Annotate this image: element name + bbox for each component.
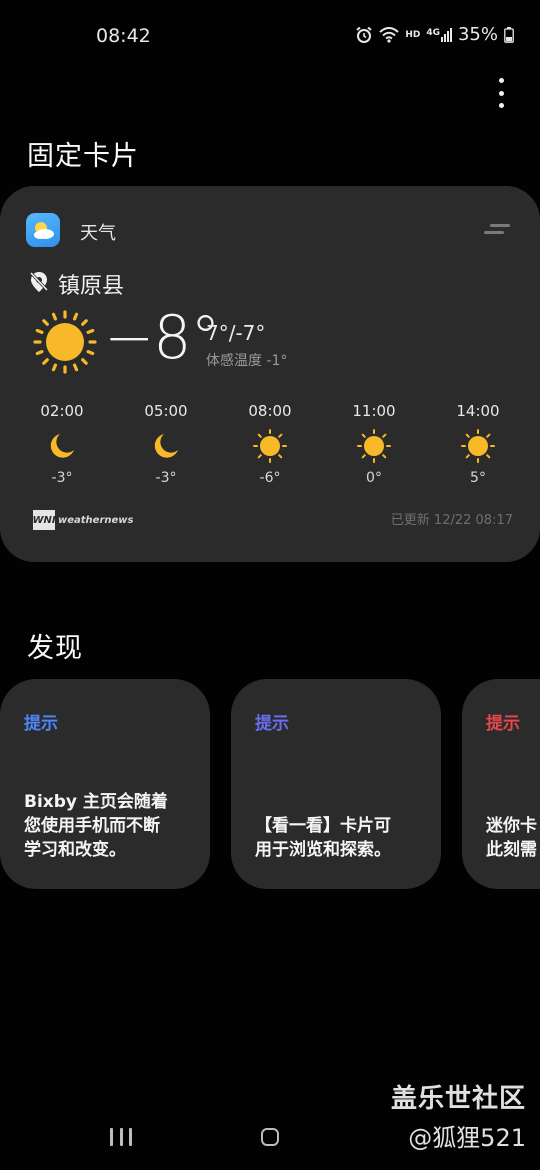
hourly-item: 14:00 5° bbox=[428, 402, 528, 486]
tip-card[interactable]: 提示 【看一看】卡片可 用于浏览和探索。 bbox=[231, 679, 441, 889]
battery-icon bbox=[504, 26, 514, 43]
hourly-time: 05:00 bbox=[144, 402, 188, 420]
signal-icon: 4G bbox=[426, 27, 452, 42]
battery-percent: 35% bbox=[457, 24, 498, 45]
hourly-temperature: 0° bbox=[366, 470, 382, 486]
location-name: 镇原县 bbox=[58, 274, 125, 299]
sun-icon bbox=[253, 422, 287, 470]
hourly-item: 05:00 -3° bbox=[116, 402, 216, 486]
hourly-item: 02:00 -3° bbox=[12, 402, 112, 486]
watermark-user: @狐狸521 bbox=[408, 1124, 526, 1152]
more-options-button[interactable] bbox=[492, 78, 510, 108]
sun-icon bbox=[357, 422, 391, 470]
tip-card[interactable]: 提示 Bixby 主页会随着 您使用手机而不断 学习和改变。 bbox=[0, 679, 210, 889]
weather-card[interactable]: 天气 镇原县 −8° 7°/-7° 体感温度 -1° 02:00 -3° 05:… bbox=[0, 186, 540, 562]
hourly-time: 08:00 bbox=[248, 402, 292, 420]
hourly-item: 08:00 -6° bbox=[220, 402, 320, 486]
feels-like-temperature: 体感温度 -1° bbox=[206, 353, 288, 369]
hourly-temperature: 5° bbox=[470, 470, 486, 486]
moon-icon bbox=[47, 422, 77, 470]
alarm-icon bbox=[356, 26, 372, 43]
weathernews-logo: WNI weathernews bbox=[32, 510, 134, 530]
tip-label: 提示 bbox=[24, 714, 58, 734]
tip-label: 提示 bbox=[255, 714, 289, 734]
last-updated: 已更新 12/22 08:17 bbox=[390, 513, 513, 528]
tip-text: Bixby 主页会随着 您使用手机而不断 学习和改变。 bbox=[24, 792, 168, 860]
hourly-temperature: -3° bbox=[155, 470, 177, 486]
hd-label: HD bbox=[405, 29, 421, 40]
network-label: 4G bbox=[426, 27, 440, 38]
weather-app-icon bbox=[26, 213, 60, 247]
weather-app-name: 天气 bbox=[80, 223, 116, 244]
sun-icon bbox=[33, 310, 97, 374]
wifi-icon bbox=[379, 26, 399, 43]
home-button[interactable] bbox=[261, 1128, 279, 1146]
hourly-temperature: -6° bbox=[259, 470, 281, 486]
tip-card[interactable]: 提示 迷你卡 此刻需 bbox=[462, 679, 540, 889]
recent-apps-button[interactable] bbox=[110, 1128, 132, 1146]
moon-icon bbox=[151, 422, 181, 470]
hourly-forecast: 02:00 -3° 05:00 -3° 08:00 -6° 11:00 0° 1… bbox=[12, 402, 528, 486]
hourly-item: 11:00 0° bbox=[324, 402, 424, 486]
drag-handle-icon[interactable] bbox=[484, 222, 510, 236]
location-off-icon bbox=[29, 271, 49, 292]
tip-text: 迷你卡 此刻需 bbox=[486, 816, 537, 860]
discover-title: 发现 bbox=[27, 633, 83, 664]
hourly-time: 14:00 bbox=[456, 402, 500, 420]
current-temperature: −8° bbox=[104, 303, 220, 373]
sun-icon bbox=[461, 422, 495, 470]
hourly-time: 11:00 bbox=[352, 402, 396, 420]
wni-logo-mark: WNI bbox=[32, 510, 56, 530]
tip-text: 【看一看】卡片可 用于浏览和探索。 bbox=[255, 816, 391, 860]
hourly-temperature: -3° bbox=[51, 470, 73, 486]
weathernews-text: weathernews bbox=[58, 514, 134, 526]
tip-label: 提示 bbox=[486, 714, 520, 734]
screen: 08:42 HD 4G 35% 固定卡片 天气 镇原县 −8° 7°/-7° 体… bbox=[0, 0, 540, 1170]
status-icons: HD 4G 35% bbox=[355, 24, 514, 45]
hourly-time: 02:00 bbox=[40, 402, 84, 420]
status-time: 08:42 bbox=[96, 25, 151, 47]
pinned-cards-title: 固定卡片 bbox=[27, 141, 139, 172]
watermark-community: 盖乐世社区 bbox=[390, 1084, 526, 1114]
high-low-temperature: 7°/-7° bbox=[206, 321, 266, 345]
